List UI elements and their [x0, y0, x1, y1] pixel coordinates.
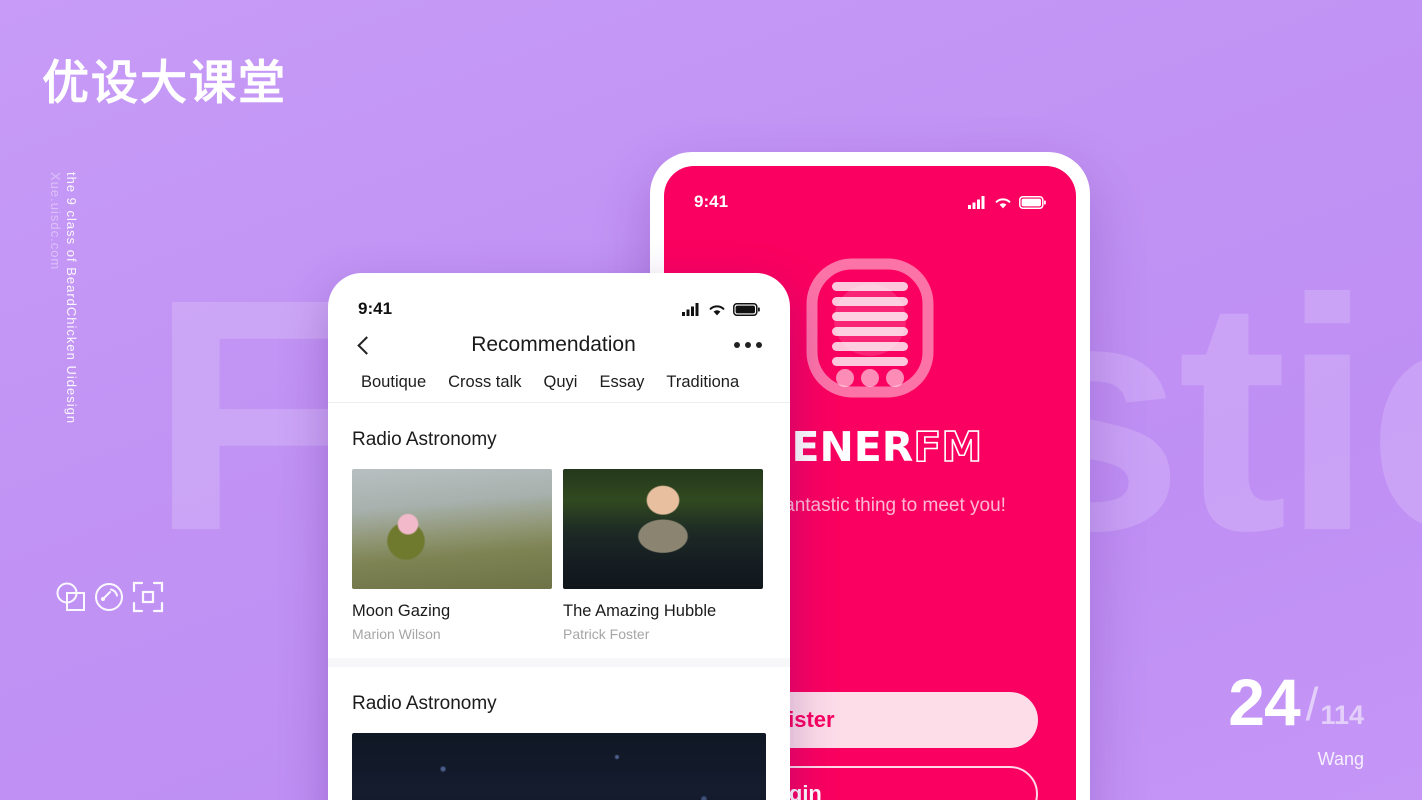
tab-label: Traditiona — [666, 373, 740, 391]
counter-current: 24 — [1228, 665, 1300, 740]
speedometer-icon[interactable] — [92, 580, 126, 614]
radio-icon — [806, 258, 934, 398]
more-dots-icon[interactable] — [734, 342, 762, 348]
tab-quyi[interactable]: Quyi — [533, 369, 589, 402]
section-title: Radio Astronomy — [352, 693, 497, 714]
card-author: Patrick Foster — [563, 626, 650, 642]
brand-title: 优设大课堂 — [42, 56, 287, 111]
list-item[interactable]: Moon Gazing Marion Wilson — [352, 469, 552, 642]
list-item[interactable] — [352, 733, 766, 800]
chevron-left-icon[interactable] — [357, 335, 376, 355]
phone-mockup-front: 9:41 Recommendation Boutique Cross talk … — [328, 273, 790, 800]
card-title: Moon Gazing — [352, 602, 451, 620]
sidebar-tool-icons — [54, 580, 165, 655]
course-caption: the 9 class of BeardChicken Uidesign — [64, 172, 79, 425]
dot — [734, 342, 740, 348]
card-title: The Amazing Hubble — [563, 602, 717, 620]
site-url-caption: Xue.uisdc.com — [48, 172, 63, 271]
tab-label: Boutique — [361, 373, 427, 391]
tab-cross-talk[interactable]: Cross talk — [437, 369, 532, 402]
wifi-icon — [995, 197, 1011, 208]
tab-boutique[interactable]: Boutique — [350, 369, 437, 402]
status-bar-front: 9:41 — [328, 273, 790, 319]
cellular-signal-icon — [968, 195, 985, 209]
section-divider — [328, 658, 790, 667]
battery-icon — [733, 302, 760, 316]
brand-name-suffix: FM — [913, 422, 983, 472]
dot — [745, 342, 751, 348]
section-title: Radio Astronomy — [352, 429, 497, 450]
battery-icon — [1019, 195, 1046, 209]
tab-label: Quyi — [543, 373, 578, 391]
scan-frame-icon[interactable] — [131, 580, 165, 614]
slide-counter: 24 / 114 Wang — [1228, 665, 1364, 770]
counter-total: 114 — [1320, 700, 1364, 730]
card-thumbnail — [563, 469, 763, 589]
card-thumbnail — [352, 469, 552, 589]
status-time: 9:41 — [358, 299, 393, 318]
status-time: 9:41 — [694, 192, 729, 211]
category-tab-bar: Boutique Cross talk Quyi Essay Tradition… — [328, 369, 790, 403]
shapes-overlap-icon[interactable] — [54, 580, 88, 614]
tab-label: Essay — [599, 373, 645, 391]
list-item[interactable]: The Amazing Hubble Patrick Foster — [563, 469, 763, 642]
page-title: Recommendation — [471, 333, 636, 356]
cellular-signal-icon — [682, 302, 699, 316]
card-thumbnail — [352, 733, 766, 800]
tab-label: Cross talk — [448, 373, 522, 391]
wifi-icon — [709, 304, 725, 315]
counter-separator: / — [1305, 678, 1319, 730]
status-bar-back: 9:41 — [664, 166, 1076, 212]
card-list — [328, 715, 790, 800]
card-author: Marion Wilson — [352, 626, 441, 642]
dot — [756, 342, 762, 348]
tab-essay[interactable]: Essay — [588, 369, 655, 402]
card-list: Moon Gazing Marion Wilson The Amazing Hu… — [328, 451, 790, 642]
author-name: Wang — [1317, 749, 1364, 769]
tab-traditional[interactable]: Traditiona — [655, 369, 750, 402]
nav-bar: Recommendation — [328, 319, 790, 369]
